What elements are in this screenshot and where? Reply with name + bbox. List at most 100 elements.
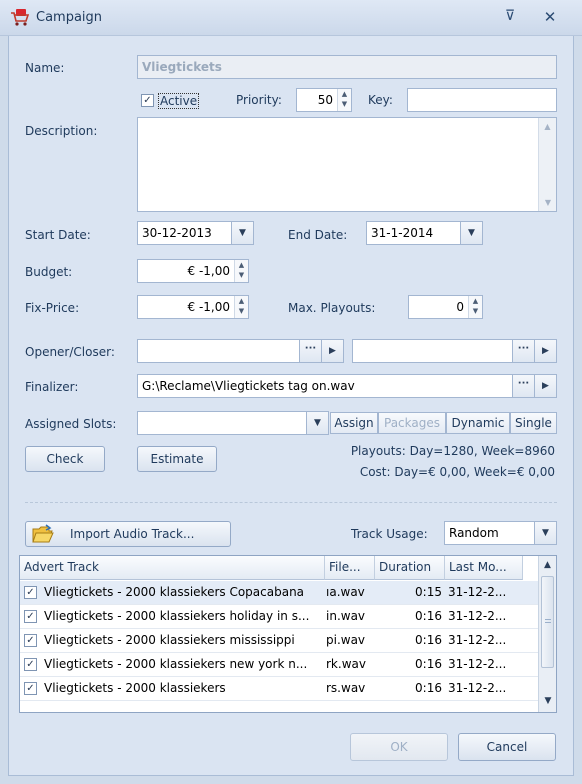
- start-date-label: Start Date:: [25, 228, 91, 242]
- track-duration: 0:16: [415, 657, 442, 671]
- track-last-modified: 31-12-2...: [448, 657, 507, 671]
- packages-button[interactable]: Packages: [378, 412, 446, 434]
- track-file: in.wav: [326, 609, 366, 623]
- separator: [25, 502, 557, 503]
- row-checkbox[interactable]: ✓: [24, 586, 37, 599]
- import-audio-button[interactable]: Import Audio Track...: [25, 521, 231, 547]
- dynamic-button[interactable]: Dynamic: [446, 412, 510, 434]
- budget-value: € -1,00: [187, 264, 231, 278]
- start-date-picker[interactable]: 30-12-2013 ▼: [137, 221, 254, 245]
- closer-field[interactable]: ··· ▶: [352, 339, 557, 363]
- chevron-down-icon[interactable]: ▼: [231, 222, 253, 244]
- scroll-down-icon[interactable]: ▼: [539, 198, 557, 207]
- browse-ellipsis-icon[interactable]: ···: [512, 375, 534, 397]
- check-button[interactable]: Check: [25, 446, 105, 472]
- description-textarea[interactable]: ▲ ▼: [137, 117, 557, 212]
- chevron-down-icon[interactable]: ▼: [460, 222, 482, 244]
- row-checkbox[interactable]: ✓: [24, 634, 37, 647]
- fix-price-value: € -1,00: [187, 300, 231, 314]
- table-row[interactable]: ✓ Vliegtickets - 2000 klassiekers rs.wav…: [20, 677, 538, 701]
- title-bar: Campaign ⊽ ✕: [0, 0, 582, 36]
- track-usage-value: Random: [449, 526, 499, 540]
- opener-field[interactable]: ··· ▶: [137, 339, 344, 363]
- row-checkbox[interactable]: ✓: [24, 682, 37, 695]
- end-date-label: End Date:: [288, 228, 348, 242]
- grid-scrollbar[interactable]: ▲ ▼: [538, 556, 556, 712]
- spin-updown-icon[interactable]: ▲ ▼: [468, 296, 482, 318]
- column-header-last-modified[interactable]: Last Mo...: [445, 556, 523, 580]
- priority-label: Priority:: [236, 93, 282, 107]
- open-folder-icon: [32, 524, 54, 543]
- track-usage-dropdown[interactable]: Random ▼: [444, 521, 557, 545]
- name-label: Name:: [25, 61, 65, 75]
- priority-value: 50: [317, 93, 333, 107]
- grip-icon: [545, 619, 551, 623]
- spin-updown-icon[interactable]: ▲ ▼: [234, 260, 248, 282]
- chevron-down-icon[interactable]: ▼: [306, 412, 328, 434]
- browse-ellipsis-icon[interactable]: ···: [299, 340, 321, 362]
- table-row[interactable]: ✓ Vliegtickets - 2000 klassiekers holida…: [20, 605, 538, 629]
- finalizer-field[interactable]: G:\Reclame\Vliegtickets tag on.wav ··· ▶: [137, 374, 557, 398]
- track-duration: 0:16: [415, 633, 442, 647]
- chevron-down-icon[interactable]: ▼: [534, 522, 556, 544]
- budget-spinner[interactable]: € -1,00 ▲ ▼: [137, 259, 249, 283]
- play-arrow-icon[interactable]: ▶: [321, 340, 343, 362]
- play-arrow-icon[interactable]: ▶: [534, 375, 556, 397]
- description-scrollbar[interactable]: ▲ ▼: [538, 118, 556, 211]
- finalizer-label: Finalizer:: [25, 380, 79, 394]
- track-usage-label: Track Usage:: [351, 527, 428, 541]
- column-header-file[interactable]: File...: [325, 556, 375, 580]
- advert-track-grid: Advert Track File... Duration Last Mo...…: [19, 555, 557, 713]
- track-last-modified: 31-12-2...: [448, 585, 507, 599]
- track-last-modified: 31-12-2...: [448, 633, 507, 647]
- campaign-cart-icon: [11, 9, 30, 26]
- track-file: rs.wav: [326, 681, 366, 695]
- spin-updown-icon[interactable]: ▲ ▼: [337, 89, 351, 111]
- scroll-down-icon[interactable]: ▼: [539, 696, 556, 706]
- table-row[interactable]: ✓ Vliegtickets - 2000 klassiekers Copaca…: [20, 581, 538, 605]
- ok-button[interactable]: OK: [350, 733, 448, 761]
- start-date-value: 30-12-2013: [142, 226, 212, 240]
- track-file: ıa.wav: [326, 585, 365, 599]
- pin-icon[interactable]: ⊽: [500, 8, 520, 28]
- column-header-duration[interactable]: Duration: [375, 556, 445, 580]
- track-duration: 0:15: [415, 585, 442, 599]
- estimate-button[interactable]: Estimate: [137, 446, 217, 472]
- row-checkbox[interactable]: ✓: [24, 658, 37, 671]
- single-button[interactable]: Single: [510, 412, 557, 434]
- track-name: Vliegtickets - 2000 klassiekers: [44, 681, 226, 695]
- assign-button[interactable]: Assign: [330, 412, 378, 434]
- description-label: Description:: [25, 124, 98, 138]
- column-header-advert-track[interactable]: Advert Track: [20, 556, 325, 580]
- spin-updown-icon[interactable]: ▲ ▼: [234, 296, 248, 318]
- window-title: Campaign: [36, 10, 103, 25]
- finalizer-value: G:\Reclame\Vliegtickets tag on.wav: [142, 379, 355, 393]
- track-file: rk.wav: [326, 657, 366, 671]
- scroll-up-icon[interactable]: ▲: [539, 122, 556, 131]
- active-checkbox[interactable]: ✓: [141, 94, 154, 107]
- close-icon[interactable]: ✕: [540, 8, 560, 28]
- table-row[interactable]: ✓ Vliegtickets - 2000 klassiekers missis…: [20, 629, 538, 653]
- priority-spinner[interactable]: 50 ▲ ▼: [296, 88, 352, 112]
- max-playouts-spinner[interactable]: 0 ▲ ▼: [408, 295, 483, 319]
- opener-closer-label: Opener/Closer:: [25, 345, 115, 359]
- assigned-slots-dropdown[interactable]: ▼: [137, 411, 329, 435]
- scroll-thumb[interactable]: [541, 576, 554, 668]
- cancel-button[interactable]: Cancel: [458, 733, 556, 761]
- end-date-picker[interactable]: 31-1-2014 ▼: [366, 221, 483, 245]
- active-label: Active: [158, 93, 200, 109]
- track-last-modified: 31-12-2...: [448, 681, 507, 695]
- fix-price-spinner[interactable]: € -1,00 ▲ ▼: [137, 295, 249, 319]
- key-label: Key:: [368, 93, 393, 107]
- name-field[interactable]: Vliegtickets: [137, 55, 557, 79]
- scroll-up-icon[interactable]: ▲: [539, 560, 556, 570]
- table-row[interactable]: ✓ Vliegtickets - 2000 klassiekers new yo…: [20, 653, 538, 677]
- assigned-slots-label: Assigned Slots:: [25, 417, 117, 431]
- play-arrow-icon[interactable]: ▶: [534, 340, 556, 362]
- track-name: Vliegtickets - 2000 klassiekers mississi…: [44, 633, 295, 647]
- name-value: Vliegtickets: [142, 60, 222, 74]
- max-playouts-value: 0: [456, 300, 464, 314]
- browse-ellipsis-icon[interactable]: ···: [512, 340, 534, 362]
- row-checkbox[interactable]: ✓: [24, 610, 37, 623]
- key-input[interactable]: [407, 88, 557, 112]
